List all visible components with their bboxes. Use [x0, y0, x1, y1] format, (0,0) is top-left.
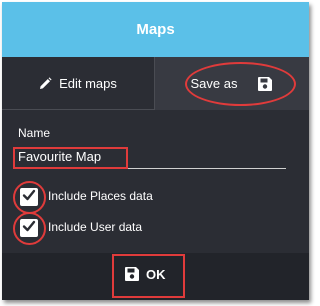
floppy-disk-icon [124, 266, 140, 282]
include-user-data-checkbox[interactable] [20, 219, 38, 237]
name-value: Favourite Map [18, 149, 102, 164]
dialog-header: Maps [2, 2, 309, 57]
ok-button[interactable]: OK [124, 262, 166, 286]
include-user-data-label: Include User data [48, 220, 143, 234]
ok-label: OK [146, 266, 166, 282]
tab-edit-maps-label: Edit maps [59, 75, 117, 91]
pencil-icon [39, 76, 52, 90]
checkmark-icon [22, 188, 36, 207]
include-places-label: Include Places data [48, 189, 153, 203]
floppy-disk-icon [257, 76, 273, 92]
tab-save-as-label: Save as [190, 76, 238, 91]
tab-edit-maps[interactable]: Edit maps [2, 57, 155, 110]
name-label: Name [18, 126, 51, 140]
checkmark-icon [22, 219, 36, 238]
include-places-checkbox[interactable] [20, 188, 38, 206]
tab-save-as[interactable]: Save as [155, 57, 309, 110]
dialog-title: Maps [136, 21, 175, 38]
